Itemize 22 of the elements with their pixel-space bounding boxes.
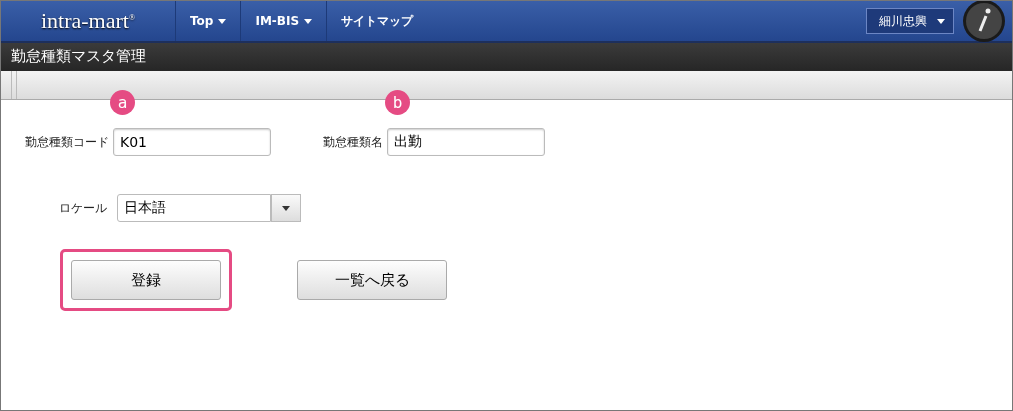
field-label: ロケール — [59, 199, 107, 217]
field-label: 勤怠種類名 — [323, 133, 383, 151]
caret-icon — [937, 18, 945, 24]
user-menu[interactable]: 細川忠興 — [866, 8, 954, 34]
nav-menu-item[interactable]: サイトマップ — [326, 1, 428, 41]
logo[interactable]: intra-mart$^{®}$ — [1, 1, 175, 41]
info-logo-icon[interactable] — [962, 1, 1006, 43]
annotation-marker: a — [110, 90, 135, 115]
nav-menu-item[interactable]: IM-BIS — [240, 1, 327, 41]
caret-icon — [304, 18, 313, 24]
caret-icon — [282, 205, 290, 211]
text-field[interactable]: K01 — [113, 128, 271, 156]
action-button[interactable]: 登録 — [71, 260, 221, 300]
annotation-marker: b — [385, 90, 410, 115]
caret-icon — [218, 18, 227, 24]
action-button[interactable]: 一覧へ戻る — [297, 260, 447, 300]
page-title: 勤怠種類マスタ管理 — [1, 43, 1012, 71]
locale-select[interactable]: 日本語 — [117, 194, 271, 222]
text-field[interactable]: 出勤 — [387, 128, 545, 156]
dropdown-button[interactable] — [271, 194, 301, 222]
field-label: 勤怠種類コード — [25, 133, 109, 151]
nav-menu-item[interactable]: Top — [175, 1, 241, 41]
